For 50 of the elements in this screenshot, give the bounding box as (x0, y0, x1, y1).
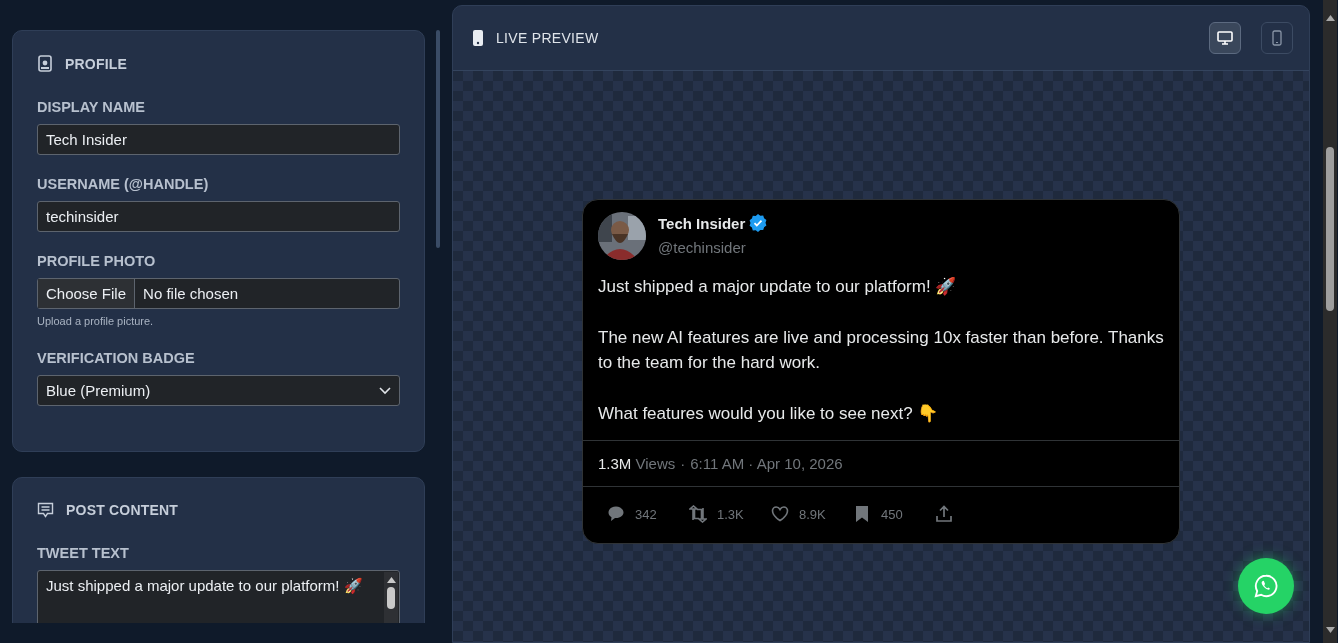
monitor-icon (1217, 31, 1233, 45)
field-label: TWEET TEXT (37, 545, 130, 561)
view-count: 1.3M Views (598, 455, 676, 472)
whatsapp-icon (1253, 573, 1279, 599)
choose-file-button[interactable]: Choose File (38, 279, 136, 308)
separator-dot: · (680, 455, 686, 472)
field-label: USERNAME (@HANDLE) (37, 176, 210, 192)
file-status: No file chosen (142, 285, 239, 302)
chevron-down-icon (379, 386, 391, 395)
field-label: PROFILE PHOTO (37, 253, 157, 269)
chat-icon (37, 502, 54, 518)
retweet-button[interactable]: 1.3K (689, 505, 749, 523)
reply-button[interactable]: 342 (607, 505, 667, 523)
tweet-text: Just shipped a major update to our platform! 🚀 (598, 276, 958, 298)
section-title: POST CONTENT (66, 502, 179, 518)
tweet-text: The new AI features are live and processing 10x faster than before. Thanks to the team for the hard work. (598, 327, 1164, 374)
hint-text: Upload a profile picture. (37, 315, 154, 327)
field-label: DISPLAY NAME (37, 99, 146, 115)
select-field[interactable]: Blue (Premium) (37, 375, 400, 406)
account-name: Tech Insider (658, 214, 746, 232)
text-field[interactable]: techinsider (37, 201, 400, 232)
desktop-view-button[interactable] (1209, 22, 1241, 54)
account-handle: @techinsider (658, 239, 747, 256)
panel-title: LIVE PREVIEW (496, 30, 600, 46)
scrollbar-thumb[interactable] (1326, 147, 1334, 311)
tweet-text: What features would you like to see next? 👇 (598, 403, 940, 425)
text-field[interactable]: Tech Insider (37, 124, 400, 155)
scrollbar[interactable] (384, 572, 398, 623)
heart-icon (771, 505, 789, 523)
like-button[interactable]: 8.9K (771, 505, 831, 523)
retweet-icon (689, 505, 707, 523)
tweet-timestamp: 6:11 AM · Apr 10, 2026 (690, 455, 843, 472)
bookmark-button[interactable]: 450 (853, 505, 913, 523)
field-label: VERIFICATION BADGE (37, 350, 196, 366)
file-field[interactable]: Choose File No file chosen (37, 278, 400, 309)
section-title: PROFILE (65, 55, 128, 72)
phone-icon (472, 30, 484, 46)
scrollbar[interactable] (1323, 0, 1337, 643)
scrollbar-thumb[interactable] (387, 587, 395, 609)
bookmark-icon (853, 505, 871, 523)
mobile-view-button[interactable] (1261, 22, 1293, 54)
phone-icon (1272, 30, 1282, 46)
speech-bubble-icon (607, 505, 625, 523)
scroll-down-icon[interactable] (1325, 627, 1335, 633)
scrollbar[interactable] (436, 30, 440, 248)
scroll-up-icon[interactable] (386, 577, 396, 583)
scroll-up-icon[interactable] (1325, 15, 1335, 21)
id-card-icon (37, 55, 53, 72)
share-icon (935, 505, 953, 523)
text-area[interactable]: Just shipped a major update to our platform! 🚀 (37, 570, 400, 623)
